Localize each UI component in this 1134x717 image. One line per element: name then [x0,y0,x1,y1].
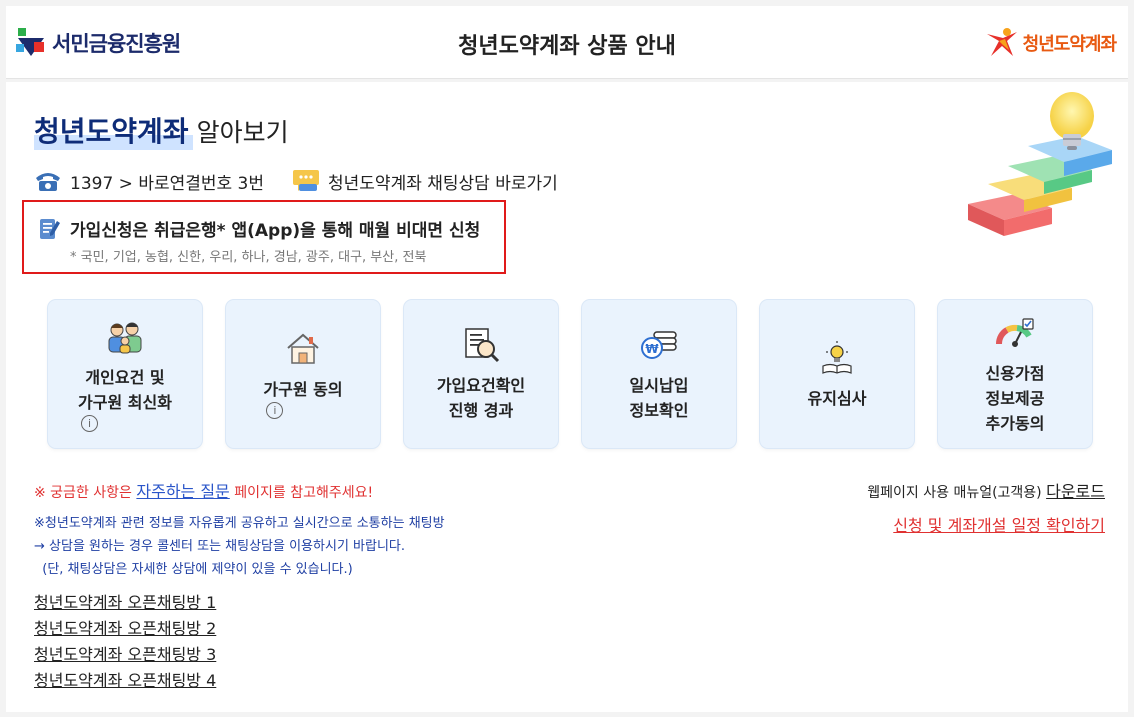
card-credit-score-consent[interactable]: 신용가점 정보제공 추가동의 [938,300,1092,448]
house-icon [287,333,319,364]
svg-text:₩: ₩ [645,342,659,356]
phone-icon [36,173,60,191]
chat-bubble-icon [293,170,320,191]
stairs-lightbulb-illustration [968,92,1112,236]
faq-suffix: 페이지를 참고해주세요! [229,485,374,501]
brand-logo: 청년도약계좌 [985,26,1117,60]
manual-prefix: 웹페이지 사용 매뉴얼(고객용) [867,485,1047,501]
card-label-line2: 진행 경과 [448,401,514,420]
faq-link[interactable]: 자주하는 질문 [136,482,229,501]
intro-heading: 청년도약계좌 알아보기 [34,110,289,150]
card-label-line3: 추가동의 [985,413,1045,433]
service-cards: 개인요건 및 가구원 최신화 i 가구원 동의 i 가입요건확인 진행 경과 ₩… [48,300,1092,448]
coins-icon: ₩ [641,331,677,359]
card-lump-sum-info[interactable]: ₩ 일시납입 정보확인 [582,300,736,448]
manual-download: 웹페이지 사용 매뉴얼(고객용) 다운로드 [867,478,1105,502]
family-icon [108,322,142,353]
card-label-line1: 개인요건 및 [85,367,165,387]
card-maintenance-review[interactable]: 유지심사 [760,300,914,448]
card-personal-info-update[interactable]: 개인요건 및 가구원 최신화 i [48,300,202,448]
open-chat-room-link-4[interactable]: 청년도약계좌 오픈채팅방 4 [34,668,216,694]
card-label-line1: 일시납입 [629,376,689,395]
schedule-check-link[interactable]: 신청 및 계좌개설 일정 확인하기 [893,512,1105,536]
open-chat-room-link-2[interactable]: 청년도약계좌 오픈채팅방 2 [34,616,216,642]
phone-text: 1397 > 바로연결번호 3번 [70,173,265,194]
document-pen-icon [40,218,60,239]
open-chat-info-line3: (단, 채팅상담은 자세한 상담에 제약이 있을 수 있습니다.) [34,562,353,577]
open-chat-info-line2: → 상담을 원하는 경우 콜센터 또는 채팅상담을 이용하시기 바랍니다. [34,539,406,554]
info-icon[interactable]: i [266,402,284,419]
brand-logo-text: 청년도약계좌 [1022,34,1117,55]
star-person-icon [986,28,1017,56]
open-chat-room-list: 청년도약계좌 오픈채팅방 1 청년도약계좌 오픈채팅방 2 청년도약계좌 오픈채… [34,590,216,694]
card-label-line1: 가입요건확인 [436,376,526,395]
card-label-line2: 정보확인 [629,401,689,420]
page-header: 서민금융진흥원 청년도약계좌 상품 안내 청년도약계좌 [6,6,1128,79]
card-label-line1: 가구원 동의 [263,380,343,399]
card-label-line2: 가구원 최신화 [78,392,172,412]
open-chat-info: ※청년도약계좌 관련 정보를 자유롭게 공유하고 실시간으로 소통하는 채팅방 … [34,512,445,581]
open-chat-info-line1: ※청년도약계좌 관련 정보를 자유롭게 공유하고 실시간으로 소통하는 채팅방 [34,516,445,531]
card-label-line1: 유지심사 [807,388,867,408]
bank-list: * 국민, 기업, 농협, 신한, 우리, 하나, 경남, 광주, 대구, 부산… [70,250,427,265]
intro-title-rest: 알아보기 [196,118,289,147]
manual-download-link[interactable]: 다운로드 [1046,482,1105,501]
page-title: 청년도약계좌 상품 안내 [458,34,676,59]
open-chat-room-link-1[interactable]: 청년도약계좌 오픈채팅방 1 [34,590,216,616]
card-label-line1: 신용가점 [985,363,1045,383]
credit-gauge-icon [995,317,1034,347]
application-notice-text: 가입신청은 취급은행* 앱(App)을 통해 매월 비대면 신청 [70,221,481,241]
faq-notice: ※ 궁금한 사항은 자주하는 질문 페이지를 참고해주세요! [34,478,373,502]
open-chat-room-link-3[interactable]: 청년도약계좌 오픈채팅방 3 [34,642,216,668]
intro-title-highlight: 청년도약계좌 [34,110,193,150]
faq-prefix: ※ 궁금한 사항은 [34,485,137,501]
card-eligibility-progress[interactable]: 가입요건확인 진행 경과 [404,300,558,448]
chat-consult-text: 청년도약계좌 채팅상담 바로가기 [328,173,558,194]
card-household-consent[interactable]: 가구원 동의 i [226,300,380,448]
application-notice-box: 가입신청은 취급은행* 앱(App)을 통해 매월 비대면 신청 * 국민, 기… [22,200,506,274]
lightbulb-book-icon [822,340,852,374]
phone-contact: 1397 > 바로연결번호 3번 [34,169,264,194]
main-content: 청년도약계좌 알아보기 1397 > 바로연결번호 3번 청년도약계좌 채팅상담… [6,82,1128,712]
application-notice: 가입신청은 취급은행* 앱(App)을 통해 매월 비대면 신청 [38,216,480,241]
info-icon[interactable]: i [81,414,99,432]
card-label-line2: 정보제공 [985,388,1045,408]
document-search-icon [465,328,500,363]
contact-row: 1397 > 바로연결번호 3번 청년도약계좌 채팅상담 바로가기 [34,168,558,194]
chat-consult-link[interactable]: 청년도약계좌 채팅상담 바로가기 [292,168,558,194]
